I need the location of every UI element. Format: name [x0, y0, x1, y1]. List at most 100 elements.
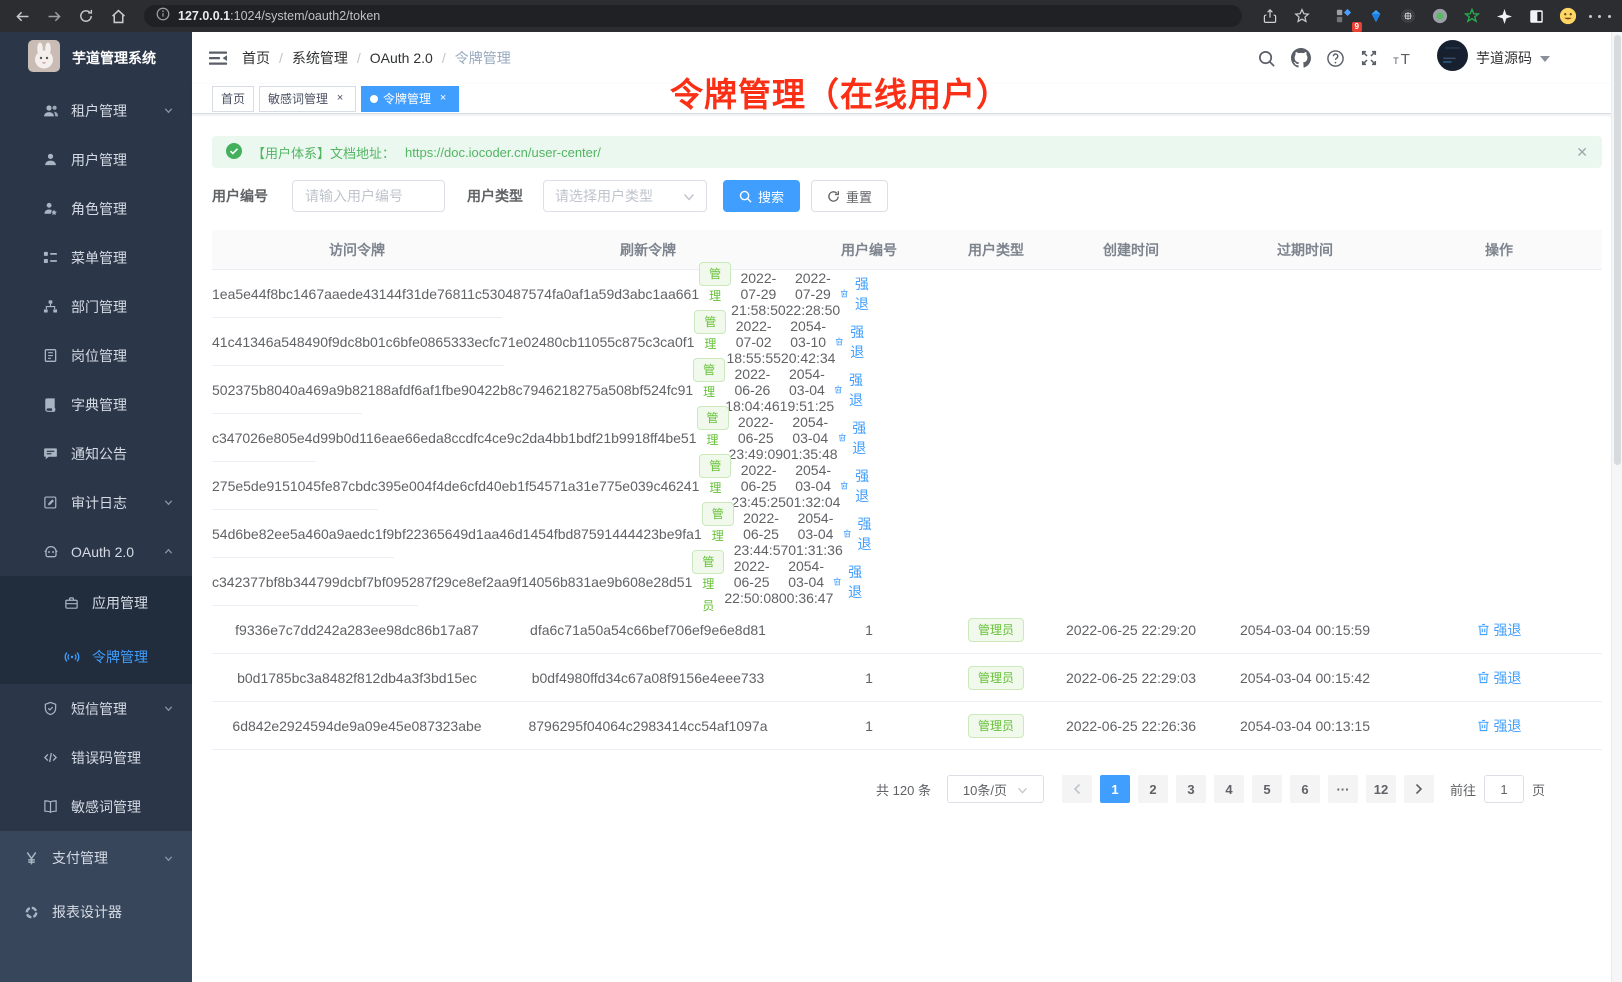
force-logout-button[interactable]: 强退 [843, 514, 874, 554]
doc-link[interactable]: https://doc.iocoder.cn/user-center/ [405, 145, 601, 160]
page-button[interactable]: ··· [1328, 775, 1358, 803]
extension-blocks-icon[interactable]: 9 [1330, 3, 1358, 29]
help-icon[interactable] [1326, 49, 1345, 68]
force-logout-button[interactable]: 强退 [834, 370, 865, 410]
sidebar-item[interactable]: 应用管理 [0, 576, 192, 630]
force-logout-button[interactable]: 强退 [833, 562, 864, 602]
sidebar-item[interactable]: 错误码管理 [0, 733, 192, 782]
search-icon[interactable] [1257, 49, 1276, 68]
user-type-label: 用户类型 [467, 186, 523, 206]
url-text: 127.0.0.1:1024/system/oauth2/token [178, 9, 380, 23]
sidebar-item[interactable]: 敏感词管理 [0, 782, 192, 831]
site-info-icon[interactable] [156, 7, 170, 26]
sidebar-item[interactable]: 报表设计器 [0, 885, 192, 939]
close-icon[interactable]: × [436, 92, 450, 106]
sidebar-item[interactable]: 支付管理 [0, 831, 192, 885]
access-token-cell: b0d1785bc3a8482f812db4a3f3bd15ec [212, 670, 502, 686]
browser-back-icon[interactable] [8, 3, 36, 29]
sidebar-item[interactable]: 短信管理 [0, 684, 192, 733]
address-bar[interactable]: 127.0.0.1:1024/system/oauth2/token [144, 5, 1242, 27]
extension-green-star-icon[interactable] [1458, 3, 1486, 29]
force-logout-button[interactable]: 强退 [1477, 620, 1522, 640]
sidebar-item[interactable]: 通知公告 [0, 429, 192, 478]
github-icon[interactable] [1291, 48, 1311, 68]
force-logout-button[interactable]: 强退 [835, 322, 866, 362]
breadcrumb-item[interactable]: 系统管理 [292, 48, 370, 68]
next-page-button[interactable] [1404, 775, 1434, 803]
sidebar-item[interactable]: 租户管理 [0, 86, 192, 135]
sidebar-item[interactable]: 角色管理 [0, 184, 192, 233]
page-button[interactable]: 3 [1176, 775, 1206, 803]
sidebar-item[interactable]: 用户管理 [0, 135, 192, 184]
force-logout-button[interactable]: 强退 [840, 466, 871, 506]
extension-gem-icon[interactable] [1362, 3, 1390, 29]
page-button[interactable]: 4 [1214, 775, 1244, 803]
sidebar-item[interactable]: 令牌管理 [0, 630, 192, 684]
force-logout-button[interactable]: 强退 [1477, 668, 1522, 688]
sidebar-item[interactable]: OAuth 2.0 [0, 527, 192, 576]
breadcrumb-item[interactable]: OAuth 2.0 [370, 50, 455, 66]
app-logo: 芋道管理系统 [0, 32, 192, 84]
close-icon[interactable]: × [333, 92, 347, 106]
scrollbar-thumb[interactable] [1614, 35, 1621, 465]
prev-page-button[interactable] [1062, 775, 1092, 803]
table-header-row: 访问令牌刷新令牌用户编号用户类型创建时间过期时间操作 [212, 230, 1602, 270]
page-button[interactable]: 2 [1138, 775, 1168, 803]
dict-icon [42, 397, 59, 412]
force-logout-button[interactable]: 强退 [840, 274, 871, 314]
navbar-actions: TT 芋道源码 [1257, 40, 1550, 76]
tag-view-tab[interactable]: 令牌管理 × [361, 86, 459, 112]
page-scrollbar[interactable] [1611, 32, 1622, 982]
sidebar-item[interactable]: 菜单管理 [0, 233, 192, 282]
bookmark-star-icon[interactable] [1288, 3, 1316, 29]
expire-time-cell: 2054-03-04 01:31:36 [788, 510, 842, 558]
table-header-cell: 访问令牌 [212, 240, 502, 260]
browser-home-icon[interactable] [104, 3, 132, 29]
share-icon[interactable] [1256, 3, 1284, 29]
user-type-select[interactable]: 请选择用户类型 [543, 180, 707, 212]
page-button[interactable]: 1 [1100, 775, 1130, 803]
user-id-input[interactable] [292, 180, 445, 212]
sidebar-item[interactable]: 岗位管理 [0, 331, 192, 380]
tag-view-tab[interactable]: 敏感词管理 × [259, 86, 356, 112]
page-button[interactable]: 6 [1290, 775, 1320, 803]
profile-avatar-icon[interactable] [1554, 3, 1582, 29]
table-header-cell: 刷新令牌 [502, 240, 794, 260]
search-button[interactable]: 搜索 [723, 180, 800, 212]
extension-green-dot-icon[interactable] [1426, 3, 1454, 29]
browser-reload-icon[interactable] [72, 3, 100, 29]
breadcrumb-item[interactable]: 令牌管理 [455, 48, 511, 68]
table-row: 1ea5e44f8bc1467aaede43144f31de76 811c530… [212, 270, 502, 318]
page-size-select[interactable]: 10条/页 [947, 775, 1044, 803]
breadcrumb-item[interactable]: 首页 [242, 48, 292, 68]
user-id-cell: 1 [794, 622, 944, 638]
browser-menu-icon[interactable] [1586, 3, 1614, 29]
user-id-cell: 1 [694, 526, 702, 542]
fullscreen-icon[interactable] [1360, 49, 1378, 67]
sidebar-item[interactable]: 部门管理 [0, 282, 192, 331]
page-button[interactable]: 5 [1252, 775, 1282, 803]
force-logout-button[interactable]: 强退 [1477, 716, 1522, 736]
user-menu[interactable]: 芋道源码 [1437, 40, 1550, 76]
menu-tree-icon [42, 250, 59, 265]
sidebar-collapse-icon[interactable] [208, 48, 228, 68]
reset-button[interactable]: 重置 [811, 180, 888, 212]
token-table: 访问令牌刷新令牌用户编号用户类型创建时间过期时间操作 1ea5e44f8bc14… [212, 230, 1602, 750]
font-size-icon[interactable]: TT [1393, 49, 1414, 68]
browser-forward-icon[interactable] [40, 3, 68, 29]
extension-side-panel-icon[interactable] [1522, 3, 1550, 29]
chevron-down-icon [163, 105, 174, 116]
goto-page-input[interactable] [1484, 775, 1524, 803]
page-button[interactable]: 12 [1366, 775, 1396, 803]
action-cell: 强退 [1396, 620, 1602, 640]
extension-dark-circle-icon[interactable] [1394, 3, 1422, 29]
extension-pinwheel-icon[interactable] [1490, 3, 1518, 29]
sidebar-item[interactable]: 审计日志 [0, 478, 192, 527]
user-id-cell: 1 [685, 382, 693, 398]
alert-close-icon[interactable]: ✕ [1576, 144, 1588, 161]
force-logout-button[interactable]: 强退 [838, 418, 869, 458]
chevron-down-icon [1017, 782, 1028, 797]
active-dot [370, 95, 378, 103]
sidebar-item[interactable]: 字典管理 [0, 380, 192, 429]
tag-view-tab[interactable]: 首页 [212, 86, 254, 112]
